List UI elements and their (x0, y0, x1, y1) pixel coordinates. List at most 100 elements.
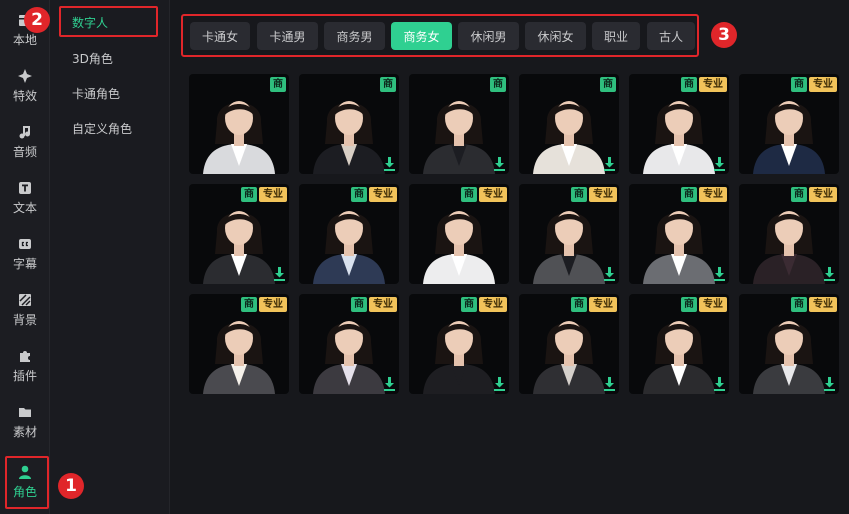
download-icon[interactable] (383, 157, 396, 171)
commercial-badge: 商 (380, 77, 396, 92)
commercial-badge: 商 (241, 187, 257, 202)
callout-badge-3: 3 (711, 22, 737, 48)
professional-badge: 专业 (699, 187, 727, 202)
professional-badge: 专业 (259, 297, 287, 312)
callout-badge-1: 1 (58, 473, 84, 499)
cc-icon (17, 236, 33, 252)
tag-casual-female[interactable]: 休闲女 (525, 22, 586, 50)
professional-badge: 专业 (369, 297, 397, 312)
callout-badge-2: 2 (24, 7, 50, 33)
rail-item-label: 素材 (12, 425, 37, 439)
professional-badge: 专业 (479, 297, 507, 312)
rail-item-effects[interactable]: 特效 (0, 60, 50, 112)
character-card[interactable]: 商专业 (519, 184, 619, 284)
submenu-highlight-frame (59, 6, 158, 37)
character-card[interactable]: 商 (299, 74, 399, 174)
character-card[interactable]: 商 (409, 74, 509, 174)
commercial-badge: 商 (791, 77, 807, 92)
tag-cartoon-male[interactable]: 卡通男 (257, 22, 318, 50)
professional-badge: 专业 (809, 77, 837, 92)
character-card[interactable]: 商专业 (519, 294, 619, 394)
download-icon[interactable] (713, 267, 726, 281)
folder-icon (17, 404, 33, 420)
rail-item-label: 特效 (12, 89, 37, 103)
character-card[interactable]: 商专业 (739, 184, 839, 284)
rail-item-label: 文本 (12, 201, 37, 215)
download-icon[interactable] (603, 377, 616, 391)
left-icon-rail: 本地 特效 音频 文本 字幕 背景 插件 素材 角色 (0, 0, 50, 514)
professional-badge: 专业 (259, 187, 287, 202)
rail-item-label: 背景 (12, 313, 37, 327)
professional-badge: 专业 (809, 297, 837, 312)
download-icon[interactable] (383, 377, 396, 391)
tag-ancient[interactable]: 古人 (647, 22, 695, 50)
commercial-badge: 商 (600, 77, 616, 92)
commercial-badge: 商 (681, 77, 697, 92)
commercial-badge: 商 (461, 297, 477, 312)
professional-badge: 专业 (699, 297, 727, 312)
commercial-badge: 商 (681, 297, 697, 312)
character-card[interactable]: 商专业 (629, 294, 729, 394)
submenu-item-custom-character[interactable]: 自定义角色 (72, 120, 132, 137)
professional-badge: 专业 (699, 77, 727, 92)
tag-business-female[interactable]: 商务女 (391, 22, 452, 50)
commercial-badge: 商 (351, 297, 367, 312)
character-card[interactable]: 商 (519, 74, 619, 174)
submenu-item-3d-character[interactable]: 3D角色 (72, 50, 113, 67)
commercial-badge: 商 (241, 297, 257, 312)
tag-casual-male[interactable]: 休闲男 (458, 22, 519, 50)
download-icon[interactable] (493, 377, 506, 391)
professional-badge: 专业 (369, 187, 397, 202)
rail-item-text[interactable]: 文本 (0, 172, 50, 224)
character-card[interactable]: 商专业 (739, 294, 839, 394)
character-card[interactable]: 商专业 (409, 294, 509, 394)
tag-business-male[interactable]: 商务男 (324, 22, 385, 50)
commercial-badge: 商 (461, 187, 477, 202)
professional-badge: 专业 (809, 187, 837, 202)
rail-item-subtitles[interactable]: 字幕 (0, 228, 50, 280)
download-icon[interactable] (273, 267, 286, 281)
music-note-icon (17, 124, 33, 140)
professional-badge: 专业 (589, 187, 617, 202)
tag-cartoon-female[interactable]: 卡通女 (190, 22, 250, 50)
stripes-icon (17, 292, 33, 308)
rail-item-label: 本地 (12, 33, 37, 47)
download-icon[interactable] (603, 157, 616, 171)
professional-badge: 专业 (479, 187, 507, 202)
download-icon[interactable] (823, 267, 836, 281)
character-card[interactable]: 商专业 (409, 184, 509, 284)
character-card[interactable]: 商专业 (189, 294, 289, 394)
subcategory-menu: 数字人 3D角色 卡通角色 自定义角色 (50, 0, 170, 514)
commercial-badge: 商 (791, 187, 807, 202)
sparkle-icon (17, 68, 33, 84)
download-icon[interactable] (713, 157, 726, 171)
commercial-badge: 商 (490, 77, 506, 92)
character-card[interactable]: 商专业 (629, 184, 729, 284)
download-icon[interactable] (603, 267, 616, 281)
download-icon[interactable] (713, 377, 726, 391)
tag-professional[interactable]: 职业 (592, 22, 640, 50)
commercial-badge: 商 (791, 297, 807, 312)
commercial-badge: 商 (681, 187, 697, 202)
commercial-badge: 商 (351, 187, 367, 202)
character-card[interactable]: 商专业 (299, 184, 399, 284)
rail-item-label: 字幕 (12, 257, 37, 271)
professional-badge: 专业 (589, 297, 617, 312)
character-card[interactable]: 商专业 (189, 184, 289, 284)
rail-item-background[interactable]: 背景 (0, 284, 50, 336)
rail-item-label: 插件 (12, 369, 37, 383)
text-t-icon (17, 180, 33, 196)
rail-item-audio[interactable]: 音频 (0, 116, 50, 168)
commercial-badge: 商 (571, 187, 587, 202)
character-card[interactable]: 商专业 (629, 74, 729, 174)
puzzle-icon (17, 348, 33, 364)
character-card[interactable]: 商专业 (739, 74, 839, 174)
character-card[interactable]: 商 (189, 74, 289, 174)
rail-item-materials[interactable]: 素材 (0, 396, 50, 448)
download-icon[interactable] (823, 377, 836, 391)
rail-item-plugins[interactable]: 插件 (0, 340, 50, 392)
download-icon[interactable] (493, 157, 506, 171)
rail-highlight-frame (5, 456, 49, 509)
character-card[interactable]: 商专业 (299, 294, 399, 394)
submenu-item-cartoon-character[interactable]: 卡通角色 (72, 85, 120, 102)
